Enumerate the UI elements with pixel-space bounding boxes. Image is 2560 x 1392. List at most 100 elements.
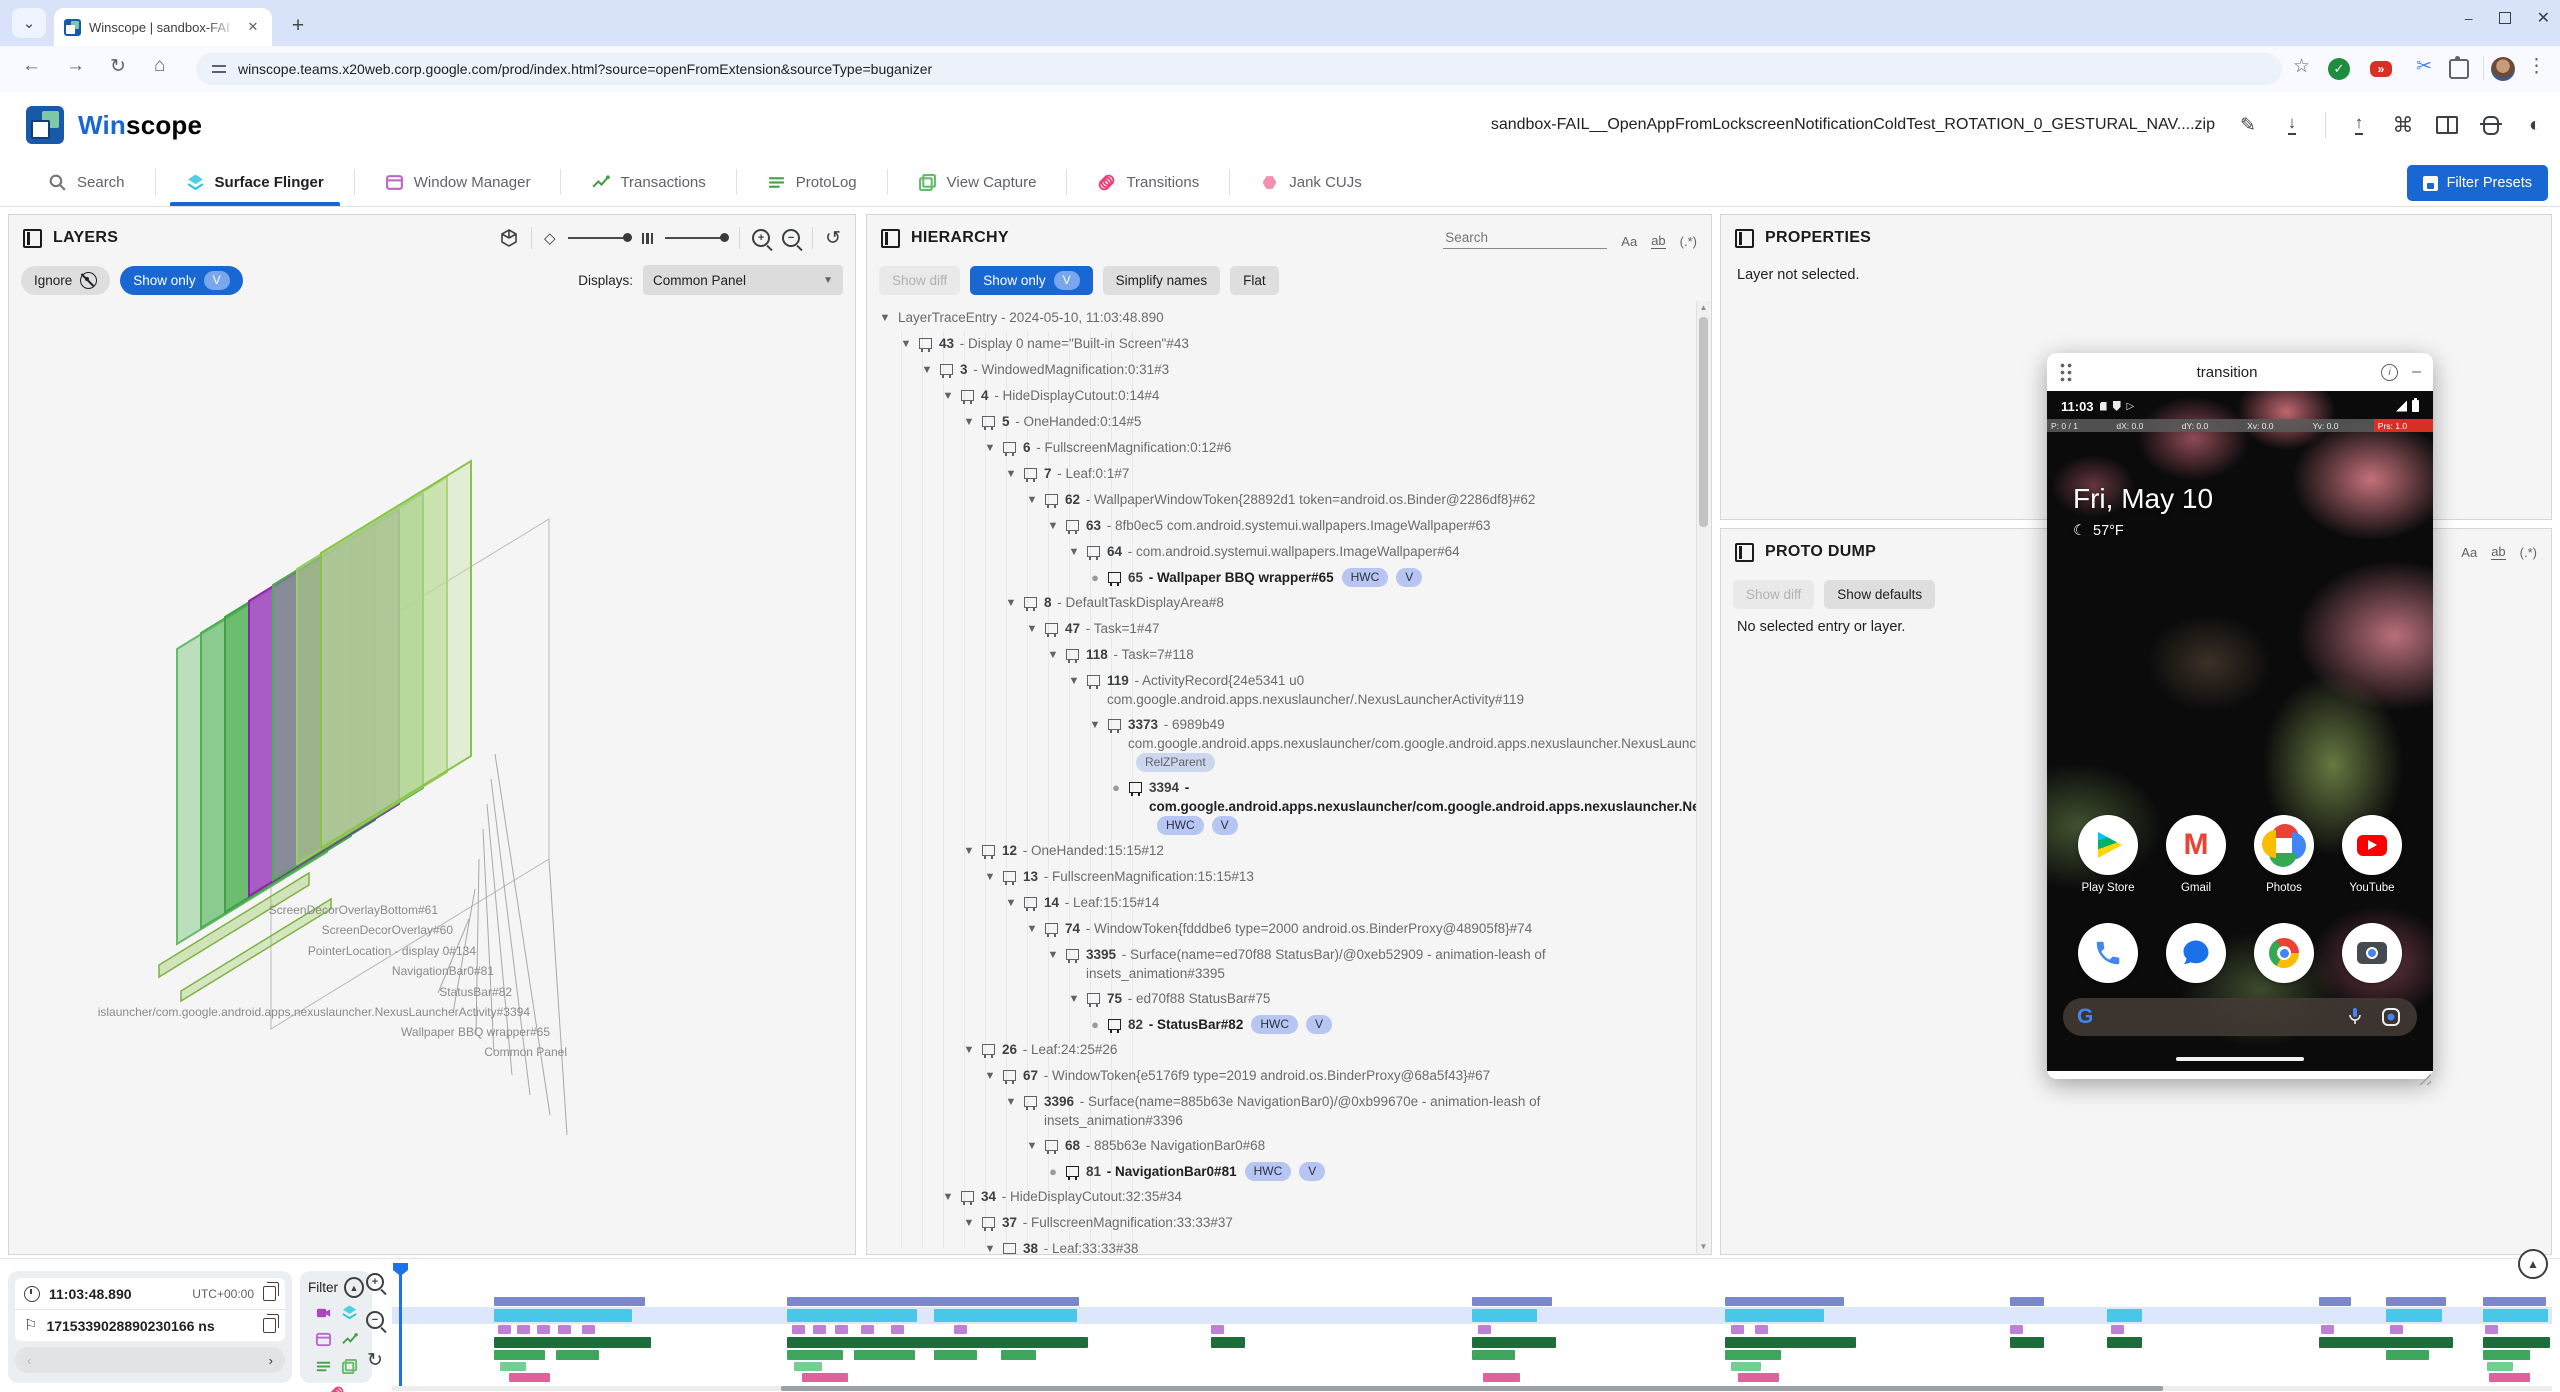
tree-node[interactable]: ▼63 - 8fb0ec5 com.android.systemui.wallp… — [871, 513, 1697, 539]
collapse-panel-icon[interactable] — [1735, 229, 1754, 248]
minimize-icon[interactable]: – — [2412, 363, 2421, 381]
timeline-block-window-manager[interactable] — [558, 1325, 571, 1334]
rect-label[interactable]: ScreenDecorOverlay#60 — [322, 923, 453, 937]
tab-view-capture[interactable]: View Capture — [888, 158, 1067, 206]
rect-label[interactable]: Common Panel — [484, 1045, 567, 1059]
timeline-block-screen-recording[interactable] — [1472, 1297, 1552, 1306]
tab-window-manager[interactable]: Window Manager — [355, 158, 561, 206]
expand-arrow-icon[interactable]: ▼ — [900, 334, 912, 354]
collapse-timeline-icon[interactable]: ▲ — [2518, 1249, 2548, 1279]
resize-handle[interactable] — [2418, 1072, 2431, 1085]
rects-3d-view[interactable]: ScreenDecorOverlayBottom#61ScreenDecorOv… — [9, 299, 855, 1254]
tree-node[interactable]: ▼12 - OneHanded:15:15#12 — [871, 838, 1697, 864]
tree-node[interactable]: ●81 - NavigationBar0#81HWCV — [871, 1159, 1697, 1184]
hierarchy-search-input[interactable] — [1443, 227, 1607, 249]
expand-arrow-icon[interactable]: ▼ — [1026, 1136, 1038, 1156]
mic-icon[interactable] — [2343, 1005, 2367, 1029]
expand-arrow-icon[interactable]: ▼ — [942, 1187, 954, 1207]
filter-protolog-icon[interactable] — [315, 1358, 332, 1380]
rect-label[interactable]: StatusBar#82 — [439, 985, 512, 999]
timeline-block-window-manager[interactable] — [813, 1325, 826, 1334]
show-diff-button[interactable]: Show diff — [1733, 580, 1814, 609]
rect-label[interactable]: NavigationBar0#81 — [392, 964, 494, 978]
timeline-block-screen-recording[interactable] — [1725, 1297, 1844, 1306]
timeline-cursor[interactable] — [399, 1275, 402, 1387]
close-icon[interactable]: ✕ — [2537, 8, 2550, 28]
reload-icon[interactable]: ↻ — [110, 55, 126, 78]
documentation-icon[interactable] — [2436, 116, 2458, 134]
timeline-block-protolog[interactable] — [2386, 1350, 2429, 1360]
rect-label[interactable]: Wallpaper BBQ wrapper#65 — [401, 1025, 550, 1039]
tree-node[interactable]: ●82 - StatusBar#82HWCV — [871, 1012, 1697, 1037]
tree-node[interactable]: ▼26 - Leaf:24:25#26 — [871, 1037, 1697, 1063]
tree-node[interactable]: ▼3396 - Surface(name=885b63e NavigationB… — [871, 1089, 1697, 1133]
timeline-block-window-manager[interactable] — [498, 1325, 511, 1334]
app-icon-camera[interactable] — [2341, 923, 2403, 983]
collapse-panel-icon[interactable] — [881, 229, 900, 248]
tree-node[interactable]: ▼43 - Display 0 name="Built-in Screen"#4… — [871, 331, 1697, 357]
site-settings-icon[interactable] — [212, 63, 226, 75]
expand-arrow-icon[interactable]: ▼ — [1047, 945, 1059, 965]
extension-media-icon[interactable]: » — [2368, 56, 2394, 82]
zoom-in-icon[interactable]: + — [752, 229, 770, 247]
expand-arrow-icon[interactable]: ▼ — [1005, 893, 1017, 913]
expand-arrow-icon[interactable]: ▼ — [1047, 645, 1059, 665]
timeline-block-transactions[interactable] — [2107, 1337, 2142, 1348]
timeline-block-surface-flinger[interactable] — [1725, 1309, 1824, 1322]
copy-time-icon[interactable] — [263, 1286, 276, 1301]
expand-arrow-icon[interactable]: ▼ — [984, 1239, 996, 1254]
expand-arrow-icon[interactable]: ▼ — [1026, 619, 1038, 639]
show-only-visible-button[interactable]: Show only V — [970, 266, 1092, 295]
tree-node[interactable]: ▼75 - ed70f88 StatusBar#75 — [871, 986, 1697, 1012]
timeline-zoom-in-icon[interactable]: + — [366, 1273, 384, 1291]
timeline-block-window-manager[interactable] — [792, 1325, 805, 1334]
timeline-block-window-manager[interactable] — [2321, 1325, 2334, 1334]
tab-search-button[interactable]: ⌄ — [12, 8, 46, 38]
google-lens-icon[interactable] — [2379, 1005, 2403, 1029]
expand-arrow-icon[interactable]: ▼ — [963, 1040, 975, 1060]
expand-arrow-icon[interactable]: ▼ — [942, 386, 954, 406]
tree-node[interactable]: ▼67 - WindowToken{e5176f9 type=2019 andr… — [871, 1063, 1697, 1089]
scroll-up-icon[interactable]: ▲ — [1697, 303, 1710, 312]
timeline-block-screen-recording[interactable] — [494, 1297, 645, 1306]
google-search-bar[interactable]: G — [2063, 998, 2417, 1036]
displays-select[interactable]: Common Panel ▼ — [643, 265, 843, 295]
timeline-block-transactions[interactable] — [787, 1337, 1087, 1348]
spacing-slider[interactable] — [665, 237, 727, 239]
tree-node[interactable]: ▼37 - FullscreenMagnification:33:33#37 — [871, 1210, 1697, 1236]
timeline-block-transitions[interactable] — [1483, 1373, 1520, 1382]
tree-node[interactable]: ▼14 - Leaf:15:15#14 — [871, 890, 1697, 916]
match-word-toggle[interactable]: ab — [2491, 544, 2505, 560]
timeline-block-protolog[interactable] — [556, 1350, 599, 1360]
app-icon-messages[interactable] — [2165, 923, 2227, 983]
rotation-slider[interactable] — [568, 237, 630, 239]
expand-arrow-icon[interactable]: ▼ — [984, 1066, 996, 1086]
timeline-block-transactions[interactable] — [1725, 1337, 1857, 1348]
download-icon[interactable]: ↓ — [2281, 116, 2303, 135]
scissors-icon[interactable]: ✂ — [2416, 55, 2432, 78]
tree-node[interactable]: ▼64 - com.android.systemui.wallpapers.Im… — [871, 539, 1697, 565]
collapse-panel-icon[interactable] — [1735, 543, 1754, 562]
tree-node[interactable]: ▼68 - 885b63e NavigationBar0#68 — [871, 1133, 1697, 1159]
match-case-toggle[interactable]: Aa — [1621, 234, 1637, 249]
timeline-block-window-manager[interactable] — [1478, 1325, 1491, 1334]
tree-node[interactable]: ▼47 - Task=1#47 — [871, 616, 1697, 642]
transition-screenshot-window[interactable]: transition i – 11:03 ▷ P: 0 / 1dX: 0.0dY… — [2047, 353, 2433, 1079]
timeline-block-protolog[interactable] — [1472, 1350, 1515, 1360]
expand-arrow-icon[interactable]: ▼ — [1068, 989, 1080, 1009]
timeline-block-view-capture[interactable] — [1731, 1362, 1761, 1371]
timeline-block-window-manager[interactable] — [861, 1325, 874, 1334]
dark-mode-icon[interactable]: ◐ — [2524, 114, 2546, 137]
ignore-rects-button[interactable]: Ignore — [21, 266, 110, 295]
app-icon-photos[interactable]: Photos — [2253, 815, 2315, 894]
expand-arrow-icon[interactable]: ▼ — [1005, 593, 1017, 613]
timeline-block-surface-flinger[interactable] — [2107, 1309, 2142, 1322]
timeline-block-transitions[interactable] — [802, 1373, 847, 1382]
show-defaults-button[interactable]: Show defaults — [1824, 580, 1935, 609]
tree-node[interactable]: ▼74 - WindowToken{fdddbe6 type=2000 andr… — [871, 916, 1697, 942]
timeline-block-surface-flinger[interactable] — [787, 1309, 917, 1322]
timeline-block-transactions[interactable] — [2010, 1337, 2045, 1348]
timeline-block-transactions[interactable] — [2319, 1337, 2453, 1348]
expand-arrow-icon[interactable]: ▼ — [963, 412, 975, 432]
tab-search[interactable]: Search — [18, 158, 155, 206]
